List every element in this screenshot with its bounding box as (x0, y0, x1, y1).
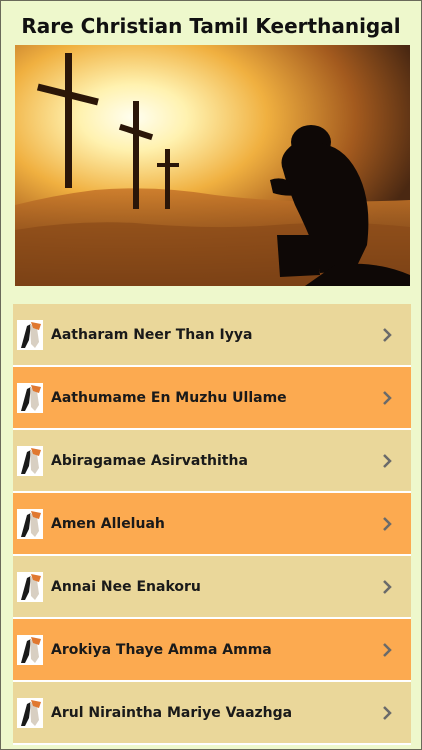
chevron-right-icon (383, 327, 392, 342)
list-item[interactable]: Aathumame En Muzhu Ullame (13, 367, 411, 430)
list-item[interactable]: Arul Niraintha Mariye Vaazhga (13, 682, 411, 745)
praying-hands-icon (17, 634, 43, 665)
list-item[interactable]: Arokiya Thaye Amma Amma (13, 619, 411, 682)
praying-hands-icon (17, 508, 43, 539)
chevron-right-icon (383, 516, 392, 531)
app-title: Rare Christian Tamil Keerthanigal (21, 14, 401, 38)
song-list: Aatharam Neer Than Iyya Aathumame En Muz… (13, 304, 411, 745)
chevron-right-icon (383, 579, 392, 594)
praying-hands-icon (17, 571, 43, 602)
list-item-label: Annai Nee Enakoru (51, 578, 201, 595)
list-item-label: Abiragamae Asirvathitha (51, 452, 248, 469)
chevron-right-icon (383, 453, 392, 468)
list-item-label: Aathumame En Muzhu Ullame (51, 389, 287, 406)
praying-hands-icon (17, 319, 43, 350)
list-item-label: Arokiya Thaye Amma Amma (51, 641, 272, 658)
list-item-label: Amen Alleluah (51, 515, 165, 532)
banner-image (15, 45, 410, 286)
list-item[interactable]: Abiragamae Asirvathitha (13, 430, 411, 493)
praying-hands-icon (17, 445, 43, 476)
chevron-right-icon (383, 390, 392, 405)
list-item-label: Aatharam Neer Than Iyya (51, 326, 253, 343)
list-item-label: Arul Niraintha Mariye Vaazhga (51, 704, 293, 721)
praying-hands-icon (17, 697, 43, 728)
praying-hands-icon (17, 382, 43, 413)
chevron-right-icon (383, 642, 392, 657)
list-item[interactable]: Amen Alleluah (13, 493, 411, 556)
app-frame: Rare Christian Tamil Keerthanigal Aathar… (0, 0, 422, 750)
chevron-right-icon (383, 705, 392, 720)
list-item[interactable]: Annai Nee Enakoru (13, 556, 411, 619)
sunset-crosses-illustration (15, 45, 410, 286)
list-item[interactable]: Aatharam Neer Than Iyya (13, 304, 411, 367)
